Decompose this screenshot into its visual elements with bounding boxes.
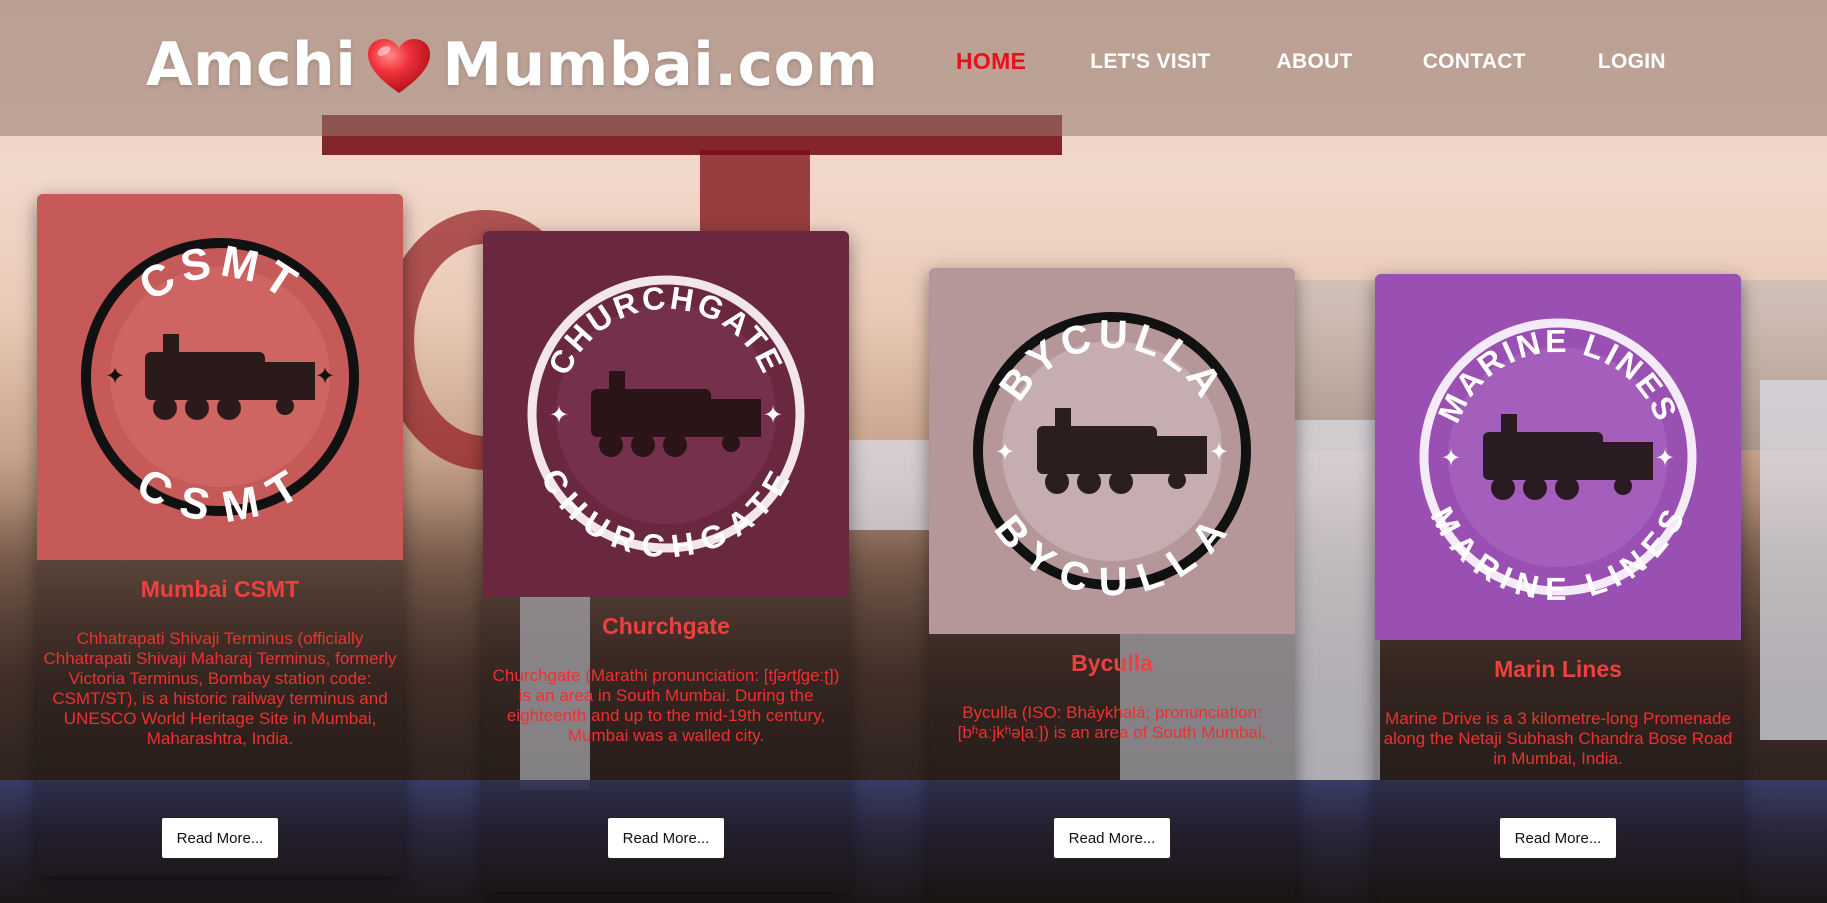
card-title: Marin Lines	[1494, 656, 1622, 682]
background-letter	[1760, 380, 1827, 740]
site-header: Amchi Mumbai.com HOME LET'S VISIT ABOUT …	[0, 0, 1827, 136]
card-title: Mumbai CSMT	[140, 576, 300, 602]
station-card-csmt: CSMT CSMT ✦ ✦ Mumbai CSMT Chhatrapati Sh…	[37, 194, 403, 876]
station-card-byculla: BYCULLA BYCULLA ✦ ✦ Byculla Byculla (ISO…	[929, 268, 1295, 903]
nav-contact[interactable]: CONTACT	[1423, 50, 1526, 75]
logo-text-right: Mumbai.com	[442, 30, 879, 100]
card-description: Chhatrapati Shivaji Terminus (officially…	[43, 629, 397, 748]
svg-text:✦: ✦	[995, 438, 1015, 466]
svg-text:✦: ✦	[1655, 444, 1675, 472]
svg-text:✦: ✦	[315, 362, 335, 390]
nav-login[interactable]: LOGIN	[1598, 50, 1666, 75]
nav-lets-visit[interactable]: LET'S VISIT	[1090, 50, 1210, 75]
read-more-button[interactable]: Read More...	[1053, 817, 1171, 859]
read-more-button[interactable]: Read More...	[607, 817, 725, 859]
svg-text:✦: ✦	[1441, 444, 1461, 472]
station-card-marine-lines: MARINE LINES MARINE LINES ✦ ✦ Marin Line…	[1375, 274, 1741, 903]
station-badge-csmt: CSMT CSMT ✦ ✦	[37, 194, 403, 560]
read-more-button[interactable]: Read More...	[161, 817, 279, 859]
svg-text:✦: ✦	[763, 401, 783, 429]
heart-icon	[366, 37, 432, 97]
card-description: Churchgate (Marathi pronunciation: [tʃəɾ…	[492, 666, 840, 745]
station-badge-marine-lines: MARINE LINES MARINE LINES ✦ ✦	[1375, 274, 1741, 640]
card-title: Churchgate	[602, 613, 730, 639]
nav-about[interactable]: ABOUT	[1277, 50, 1353, 75]
logo-text-left: Amchi	[146, 30, 357, 100]
svg-text:✦: ✦	[549, 401, 569, 429]
read-more-button[interactable]: Read More...	[1499, 817, 1617, 859]
main-nav: HOME LET'S VISIT ABOUT CONTACT LOGIN	[956, 48, 1666, 75]
station-card-churchgate: CHURCHGATE CHURCHGATE ✦ ✦ Churchgate Chu…	[483, 231, 849, 891]
nav-home[interactable]: HOME	[956, 48, 1026, 75]
station-badge-byculla: BYCULLA BYCULLA ✦ ✦	[929, 268, 1295, 634]
station-badge-churchgate: CHURCHGATE CHURCHGATE ✦ ✦	[483, 231, 849, 597]
card-title: Byculla	[1071, 650, 1153, 676]
site-logo[interactable]: Amchi Mumbai.com	[146, 30, 878, 100]
svg-text:✦: ✦	[105, 362, 125, 390]
svg-text:✦: ✦	[1209, 438, 1229, 466]
